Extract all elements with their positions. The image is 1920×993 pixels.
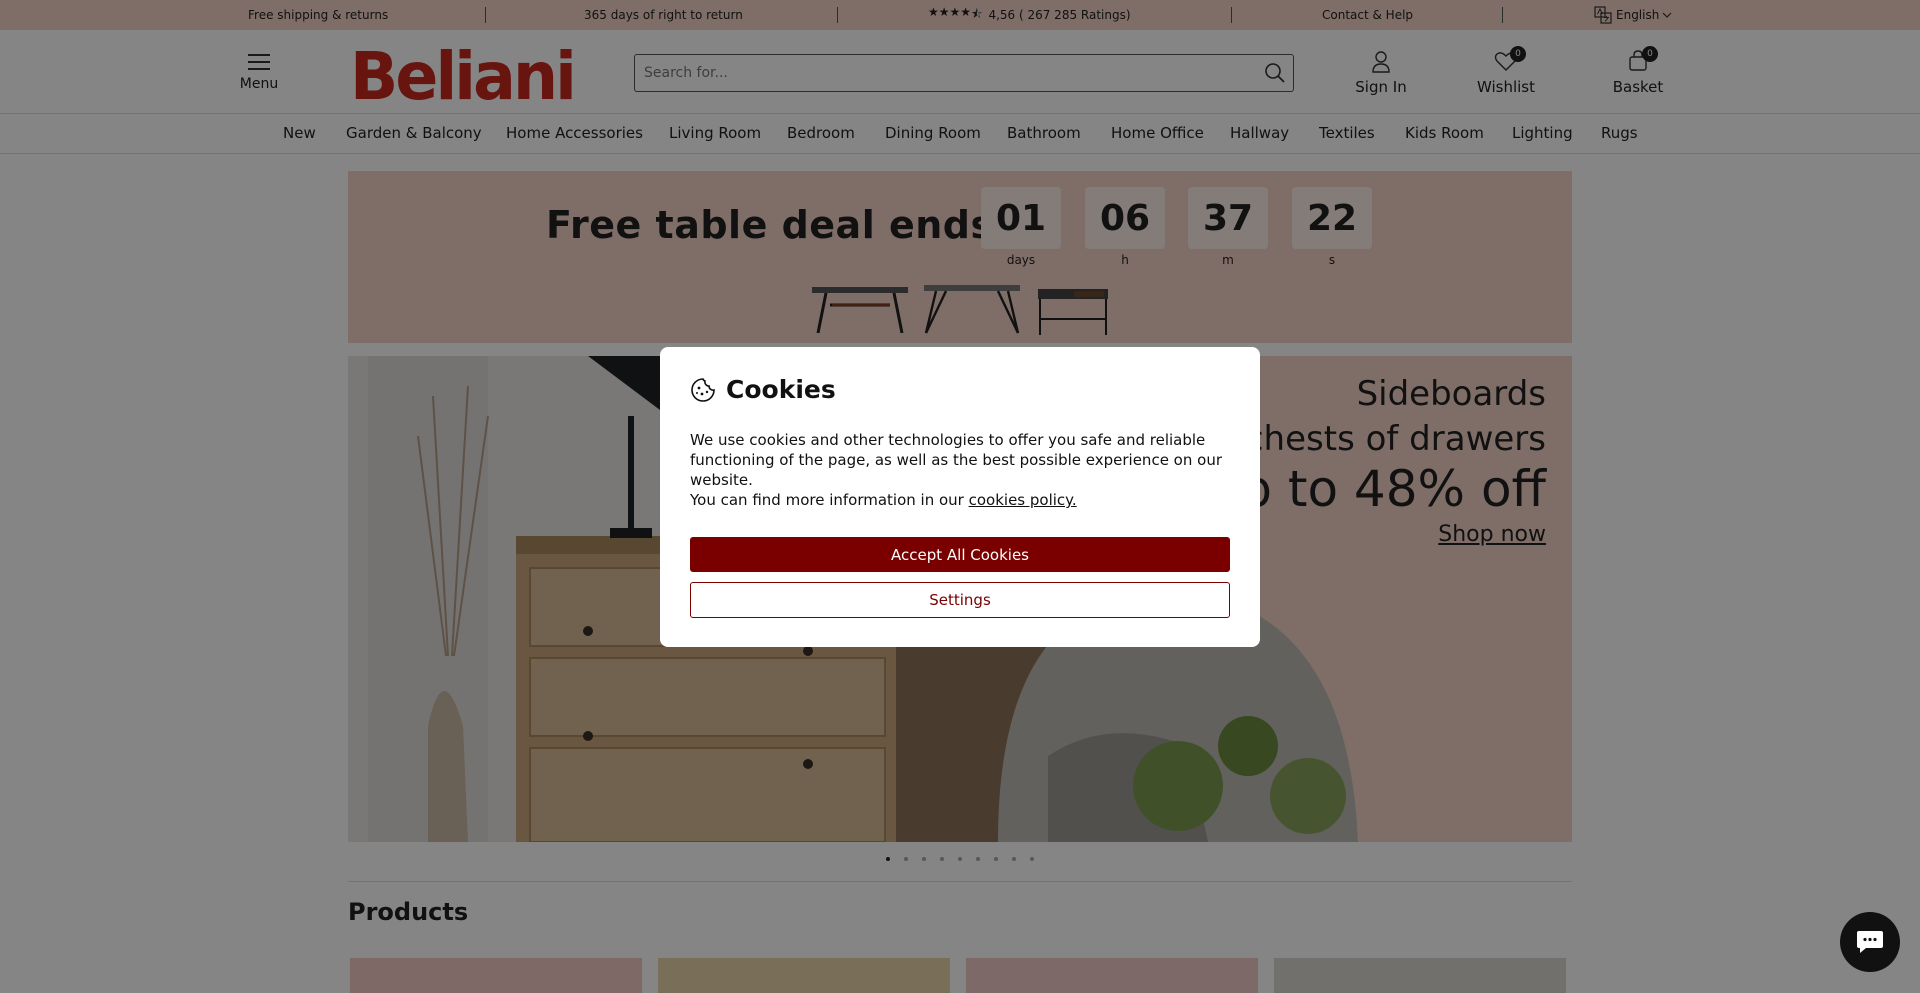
- cookie-settings-button[interactable]: Settings: [690, 582, 1230, 618]
- cookies-policy-link[interactable]: cookies policy.: [969, 491, 1077, 509]
- chat-button[interactable]: [1840, 912, 1900, 972]
- cookie-more-info: You can find more information in our coo…: [690, 490, 1230, 510]
- cookie-consent-dialog: Cookies We use cookies and other technol…: [660, 347, 1260, 647]
- chat-bubble-icon: [1857, 931, 1883, 953]
- cookie-dialog-title: Cookies: [726, 375, 836, 404]
- accept-all-cookies-button[interactable]: Accept All Cookies: [690, 537, 1230, 572]
- cookie-description: We use cookies and other technologies to…: [690, 431, 1222, 489]
- cookie-more-info-text: You can find more information in our: [690, 491, 969, 509]
- cookie-icon: [691, 377, 715, 402]
